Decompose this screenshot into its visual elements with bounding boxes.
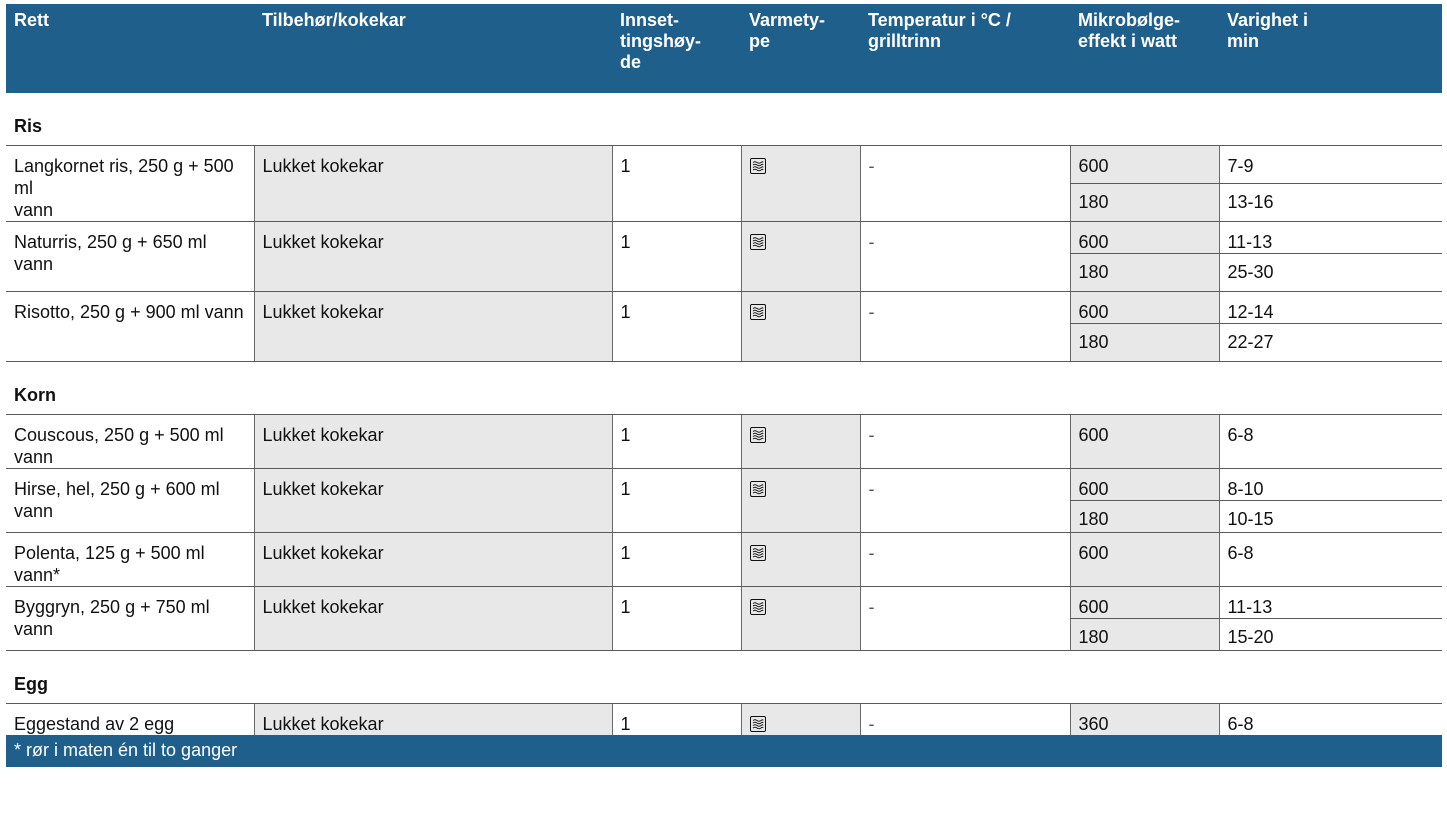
cell-temperatur: - (859, 291, 1070, 362)
cell-temperatur: - (859, 468, 1070, 533)
header-varmetype: Varmety-pe (741, 4, 860, 93)
cell-effekt: 600 (1069, 414, 1219, 469)
cell-tilbehor: Lukket kokekar (253, 145, 612, 222)
cell-effekt: 600 (1069, 145, 1219, 184)
cell-varighet: 7-9 (1218, 145, 1442, 184)
group-ris: Ris (6, 93, 1442, 146)
table-header-row: Rett Tilbehør/kokekar Innset-tingshøy-de… (6, 4, 1442, 93)
cell-hoyde: 1 (611, 221, 741, 292)
microwave-icon (749, 481, 766, 497)
cell-hoyde: 1 (611, 291, 741, 362)
cell-varighet: 8-10 (1218, 468, 1442, 501)
microwave-icon (749, 234, 766, 250)
table-row: Couscous, 250 g + 500 ml vann Lukket kok… (6, 414, 1442, 469)
header-rett: Rett (6, 4, 254, 93)
cell-varmetype (740, 221, 860, 292)
table-row: Risotto, 250 g + 900 ml vann Lukket koke… (6, 291, 1442, 362)
cell-hoyde: 1 (611, 532, 741, 587)
cell-effekt: 180 (1069, 618, 1219, 651)
footnote-row: * rør i maten én til to ganger (6, 735, 1442, 767)
cell-effekt: 180 (1069, 323, 1219, 362)
cell-effekt: 600 (1069, 291, 1219, 324)
cell-tilbehor: Lukket kokekar (253, 468, 612, 533)
cell-effekt: 600 (1069, 586, 1219, 619)
cell-varighet: 6-8 (1218, 532, 1442, 587)
cell-varighet: 10-15 (1218, 500, 1442, 533)
cell-tilbehor: Lukket kokekar (253, 221, 612, 292)
group-title: Ris (6, 93, 1442, 146)
table-row: Langkornet ris, 250 g + 500 ml vann Lukke… (6, 145, 1442, 222)
cell-varmetype (740, 291, 860, 362)
cell-effekt: 180 (1069, 183, 1219, 222)
cell-temperatur: - (859, 414, 1070, 469)
cell-effekt: 600 (1069, 221, 1219, 254)
cell-varmetype (740, 586, 860, 651)
table-row: Naturris, 250 g + 650 ml vann Lukket kok… (6, 221, 1442, 292)
table-row: Polenta, 125 g + 500 ml vann* Lukket kok… (6, 532, 1442, 587)
cell-temperatur: - (859, 145, 1070, 222)
cell-varmetype (740, 145, 860, 222)
header-temperatur: Temperatur i °C / grilltrinn (860, 4, 1070, 93)
cell-hoyde: 1 (611, 145, 741, 222)
cooking-table: Rett Tilbehør/kokekar Innset-tingshøy-de… (6, 4, 1442, 767)
table-row: Hirse, hel, 250 g + 600 ml vann Lukket k… (6, 468, 1442, 533)
cell-effekt: 360 (1069, 703, 1219, 735)
cell-temperatur: - (859, 532, 1070, 587)
cell-rett: Naturris, 250 g + 650 ml vann (6, 221, 254, 292)
cell-rett: Langkornet ris, 250 g + 500 ml vann (6, 145, 254, 222)
cell-varighet: 12-14 (1218, 291, 1442, 324)
microwave-icon (749, 427, 766, 443)
cell-varighet: 13-16 (1218, 183, 1442, 222)
microwave-icon (749, 599, 766, 615)
cell-varighet: 6-8 (1218, 414, 1442, 469)
cell-temperatur: - (859, 703, 1070, 735)
cell-hoyde: 1 (611, 703, 741, 735)
microwave-icon (749, 716, 766, 732)
cell-temperatur: - (859, 221, 1070, 292)
microwave-icon (749, 304, 766, 320)
cell-temperatur: - (859, 586, 1070, 651)
header-tilbehor: Tilbehør/kokekar (254, 4, 612, 93)
cell-rett: Polenta, 125 g + 500 ml vann* (6, 532, 254, 587)
cell-hoyde: 1 (611, 414, 741, 469)
group-title: Egg (6, 650, 1442, 704)
cell-effekt: 180 (1069, 500, 1219, 533)
cell-rett: Eggestand av 2 egg (14, 714, 175, 734)
cell-tilbehor: Lukket kokekar (253, 291, 612, 362)
cell-varighet: 11-13 (1218, 221, 1442, 254)
cell-rett: Couscous, 250 g + 500 ml vann (6, 414, 254, 469)
cell-varmetype (740, 414, 860, 469)
cell-effekt: 600 (1069, 532, 1219, 587)
cell-hoyde: 1 (611, 468, 741, 533)
cell-hoyde: 1 (611, 586, 741, 651)
cell-rett: Hirse, hel, 250 g + 600 ml vann (6, 468, 254, 533)
cell-tilbehor: Lukket kokekar (253, 532, 612, 587)
table-row: Byggryn, 250 g + 750 ml vann Lukket koke… (6, 586, 1442, 651)
microwave-icon (749, 158, 766, 174)
cell-rett: Risotto, 250 g + 900 ml vann (6, 291, 254, 362)
group-egg: Egg (6, 650, 1442, 704)
cell-varighet: 15-20 (1218, 618, 1442, 651)
cell-tilbehor: Lukket kokekar (253, 586, 612, 651)
cell-varighet: 11-13 (1218, 586, 1442, 619)
header-innsettingshoyde: Innset-tingshøy-de (612, 4, 741, 93)
footnote: * rør i maten én til to ganger (6, 735, 1442, 767)
cell-tilbehor: Lukket kokekar (253, 414, 612, 469)
table-row: Eggestand av 2 egg Lukket kokekar 1 - 36… (6, 703, 1442, 735)
group-korn: Korn (6, 361, 1442, 415)
cell-varighet: 6-8 (1218, 703, 1442, 735)
header-varighet: Varighet i min (1219, 4, 1442, 93)
cell-varmetype (740, 468, 860, 533)
cell-rett: Byggryn, 250 g + 750 ml vann (6, 586, 254, 651)
group-title: Korn (6, 361, 1442, 415)
cell-varmetype (740, 532, 860, 587)
cell-tilbehor: Lukket kokekar (253, 703, 612, 735)
cell-varighet: 22-27 (1218, 323, 1442, 362)
header-mikrobolgeeffekt: Mikrobølge-effekt i watt (1070, 4, 1219, 93)
microwave-icon (749, 545, 766, 561)
cell-varighet: 25-30 (1218, 253, 1442, 292)
cell-varmetype (740, 703, 860, 735)
cell-effekt: 180 (1069, 253, 1219, 292)
cell-effekt: 600 (1069, 468, 1219, 501)
